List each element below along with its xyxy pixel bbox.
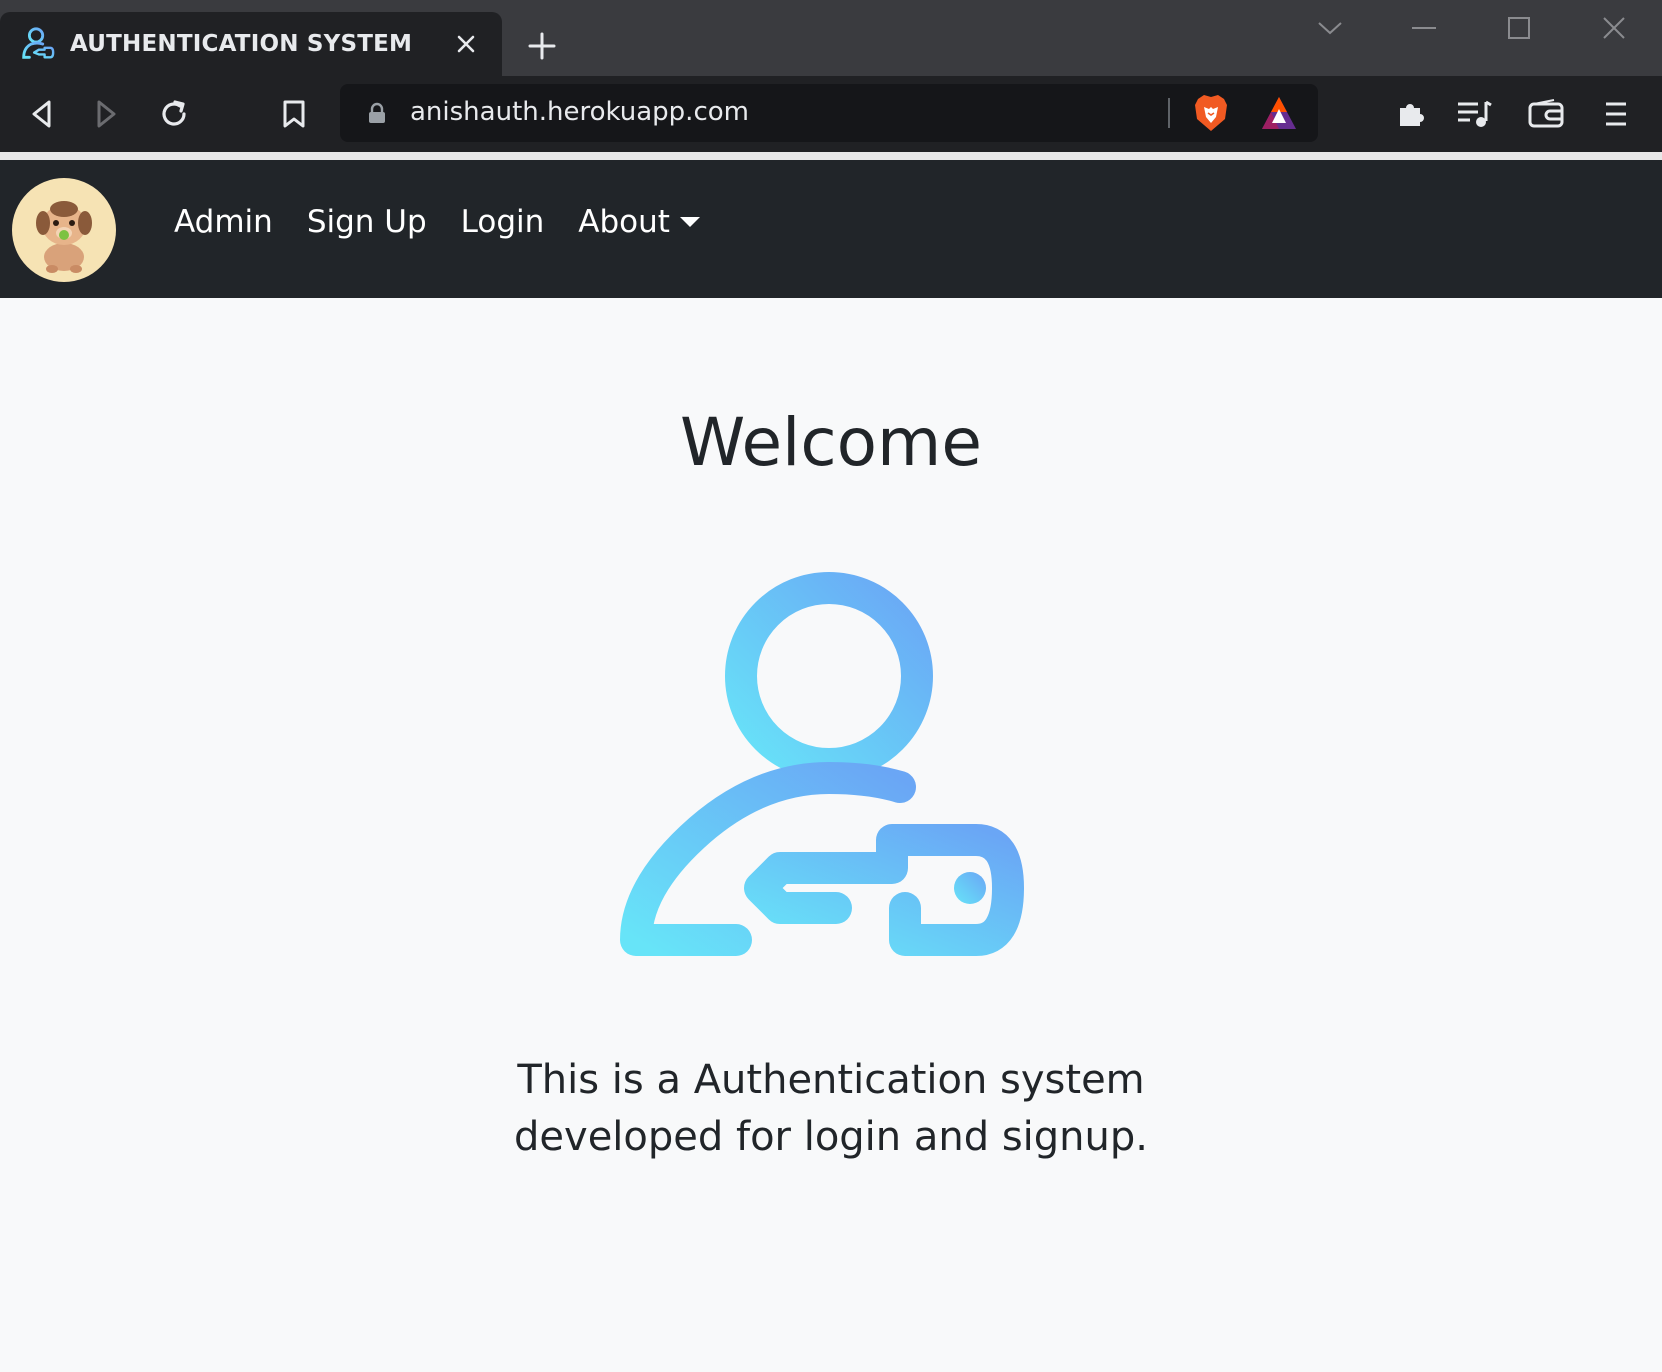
wallet-icon[interactable] — [1526, 94, 1566, 134]
dog-mascot-icon — [36, 201, 92, 273]
chrome-separator — [0, 152, 1662, 160]
browser-tabbar: AUTHENTICATION SYSTEM — [0, 0, 1662, 76]
description-line-2: developed for login and signup. — [514, 1114, 1148, 1160]
nav-signup-link[interactable]: Sign Up — [307, 204, 427, 240]
description: This is a Authentication system develope… — [0, 1052, 1662, 1166]
maximize-icon[interactable] — [1491, 8, 1547, 48]
description-line-1: This is a Authentication system — [517, 1057, 1145, 1103]
bookmark-icon[interactable] — [274, 94, 314, 134]
brave-shields-icon[interactable] — [1192, 93, 1230, 133]
page-title: Welcome — [680, 404, 982, 481]
menu-icon[interactable] — [1596, 94, 1636, 134]
minimize-icon[interactable] — [1396, 8, 1452, 48]
site-navbar: Admin Sign Up Login About — [0, 160, 1662, 298]
close-window-icon[interactable] — [1586, 8, 1642, 48]
omnibox-separator — [1168, 98, 1170, 128]
user-key-favicon-icon — [22, 27, 55, 59]
forward-icon[interactable] — [86, 94, 126, 134]
nav-about-dropdown[interactable]: About — [578, 204, 700, 240]
nav-links: Admin Sign Up Login About — [174, 204, 734, 240]
bat-rewards-icon[interactable] — [1260, 95, 1298, 131]
address-bar[interactable]: anishauth.herokuapp.com — [340, 84, 1318, 142]
new-tab-icon[interactable] — [522, 26, 562, 66]
lock-icon — [369, 102, 385, 123]
browser-toolbar: anishauth.herokuapp.com — [0, 76, 1662, 152]
playlist-icon[interactable] — [1454, 94, 1494, 134]
close-tab-icon[interactable] — [450, 28, 482, 60]
nav-login-link[interactable]: Login — [461, 204, 545, 240]
tab-title: AUTHENTICATION SYSTEM — [70, 31, 413, 57]
nav-admin-link[interactable]: Admin — [174, 204, 273, 240]
caret-down-icon — [679, 217, 700, 227]
user-key-icon — [620, 572, 1024, 956]
main-content: Welcome This is a Authentication system … — [0, 298, 1662, 1372]
url-text[interactable]: anishauth.herokuapp.com — [410, 97, 749, 127]
nav-about-label: About — [578, 204, 670, 240]
tab-search-chevron-icon[interactable] — [1302, 8, 1358, 48]
brand-logo[interactable] — [12, 178, 116, 282]
back-icon[interactable] — [22, 94, 62, 134]
reload-icon[interactable] — [154, 94, 194, 134]
extensions-icon[interactable] — [1390, 94, 1430, 134]
browser-tab[interactable]: AUTHENTICATION SYSTEM — [0, 12, 502, 76]
